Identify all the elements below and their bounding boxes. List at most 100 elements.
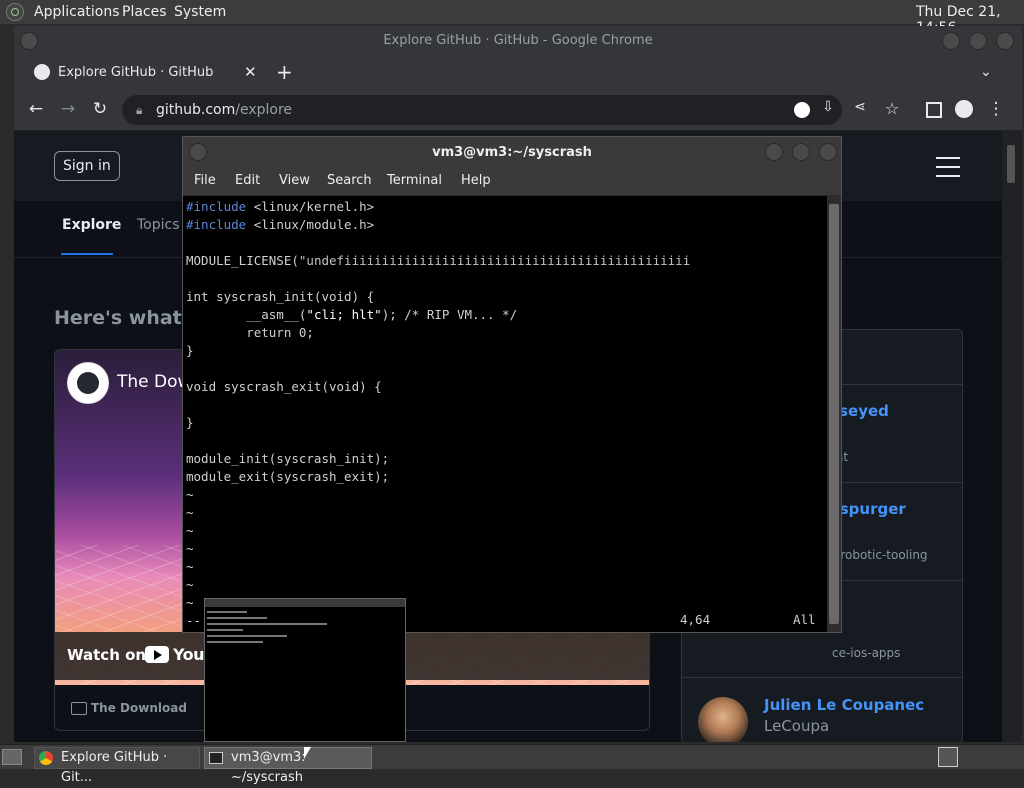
- code-line: return 0;: [186, 325, 314, 340]
- mouse-cursor-icon: [304, 747, 311, 759]
- browser-toolbar: ← → ↻ 🔒︎ github.com/explore ⇩ ⋖ ☆ ⋮: [14, 90, 1022, 131]
- mode-line: --: [186, 613, 202, 628]
- developer-name[interactable]: Julien Le Coupanec: [764, 696, 924, 714]
- terminal-window: vm3@vm3:~/syscrash File Edit View Search…: [182, 136, 842, 633]
- menu-file[interactable]: File: [194, 173, 216, 188]
- divider: [682, 677, 962, 678]
- code-line: module_exit(syscrash_exit);: [186, 469, 390, 484]
- code-text: __asm__(: [186, 307, 307, 322]
- close-tab-icon[interactable]: ✕: [244, 63, 257, 81]
- share-icon[interactable]: ⋖: [848, 99, 872, 115]
- maximize-icon[interactable]: [969, 32, 987, 50]
- preprocessor-keyword: #include: [186, 217, 247, 232]
- google-lens-icon[interactable]: [794, 102, 810, 118]
- tab-bar: Explore GitHub · GitHub ✕ + ⌄: [14, 56, 1022, 90]
- menu-search[interactable]: Search: [327, 173, 372, 188]
- close-window-icon[interactable]: [819, 143, 837, 161]
- code-line: #include <linux/module.h>: [186, 216, 374, 234]
- developer-repo[interactable]: ce-ios-apps: [832, 646, 900, 660]
- menu-help[interactable]: Help: [461, 173, 491, 188]
- avatar[interactable]: [698, 697, 748, 742]
- menu-view[interactable]: View: [279, 173, 310, 188]
- code-text: <linux/kernel.h>: [246, 199, 375, 214]
- terminal-text-area[interactable]: #include <linux/kernel.h> #include <linu…: [183, 196, 827, 632]
- close-window-icon[interactable]: [996, 32, 1014, 50]
- window-preview-thumbnail[interactable]: [204, 598, 406, 742]
- url-text[interactable]: github.com/explore: [156, 102, 292, 118]
- taskbar-item-label: Explore GitHub · Git...: [61, 750, 168, 785]
- window-title: Explore GitHub · GitHub - Google Chrome: [383, 33, 653, 48]
- empty-line-tilde: ~: [186, 541, 194, 556]
- code-text: <linux/module.h>: [246, 217, 375, 232]
- taskbar-item-chrome[interactable]: Explore GitHub · Git...: [34, 747, 200, 785]
- tab-explore-github[interactable]: Explore GitHub · GitHub ✕: [20, 56, 264, 90]
- chrome-menu-icon[interactable]: ⋮: [984, 99, 1008, 119]
- top-panel: Applications Places System Thu Dec 21, 1…: [0, 0, 1024, 36]
- video-title[interactable]: The Dow: [117, 372, 191, 392]
- card-footer-label[interactable]: The Download: [91, 701, 187, 715]
- chrome-titlebar[interactable]: Explore GitHub · GitHub - Google Chrome: [14, 26, 1022, 56]
- github-favicon-icon: [34, 64, 50, 80]
- hamburger-menu-icon[interactable]: [936, 157, 960, 177]
- back-icon[interactable]: ←: [24, 99, 48, 119]
- page-heading: Here's what's: [54, 307, 199, 329]
- preview-line: [207, 629, 243, 631]
- forward-icon[interactable]: →: [56, 99, 80, 119]
- preview-line: [207, 617, 267, 619]
- preprocessor-keyword: #include: [186, 199, 247, 214]
- video-play-icon: [71, 702, 87, 715]
- empty-line-tilde: ~: [186, 559, 194, 574]
- code-line: int syscrash_init(void) {: [186, 289, 375, 304]
- distro-logo-icon[interactable]: [6, 3, 24, 21]
- active-tab-underline: [61, 253, 113, 255]
- code-line: #include <linux/kernel.h>: [186, 198, 374, 216]
- code-string: "undefiiiiiiiiiiiiiiiiiiiiiiiiiiiiiiiiii…: [298, 253, 691, 268]
- scrollbar-thumb[interactable]: [829, 204, 839, 624]
- scroll-position: All: [793, 612, 816, 627]
- chrome-icon: [39, 751, 53, 765]
- applications-menu[interactable]: Applications: [34, 4, 120, 20]
- lock-icon[interactable]: 🔒︎: [136, 103, 142, 118]
- profile-avatar-icon[interactable]: [955, 100, 973, 118]
- terminal-titlebar[interactable]: vm3@vm3:~/syscrash: [183, 137, 841, 167]
- reload-icon[interactable]: ↻: [88, 99, 112, 119]
- preview-line: [207, 641, 263, 643]
- address-bar[interactable]: 🔒︎ github.com/explore: [122, 95, 842, 125]
- empty-line-tilde: ~: [186, 577, 194, 592]
- workspace-switcher[interactable]: [938, 747, 958, 767]
- bookmark-star-icon[interactable]: ☆: [880, 99, 904, 118]
- url-path: /explore: [235, 102, 293, 118]
- maximize-icon[interactable]: [792, 143, 810, 161]
- code-line: module_init(syscrash_init);: [186, 451, 390, 466]
- terminal-title: vm3@vm3:~/syscrash: [432, 145, 592, 160]
- tab-title: Explore GitHub · GitHub: [58, 65, 214, 80]
- tab-search-icon[interactable]: ⌄: [980, 64, 992, 80]
- preview-menubar: [205, 599, 405, 607]
- developer-username[interactable]: LeCoupa: [764, 717, 829, 735]
- developer-repo[interactable]: -robotic-tooling: [836, 548, 928, 562]
- preview-line: [207, 611, 247, 613]
- empty-line-tilde: ~: [186, 595, 194, 610]
- page-scrollbar[interactable]: [1002, 131, 1022, 742]
- tab-topics[interactable]: Topics: [137, 217, 180, 233]
- taskbar-item-terminal[interactable]: vm3@vm3: ~/syscrash: [204, 747, 372, 785]
- code-string: "cli; hlt": [306, 307, 382, 322]
- places-menu[interactable]: Places: [122, 4, 167, 20]
- bottom-taskbar: Explore GitHub · Git... vm3@vm3: ~/syscr…: [0, 744, 1024, 785]
- terminal-scrollbar[interactable]: [827, 196, 841, 632]
- sign-in-button[interactable]: Sign in: [54, 151, 120, 181]
- menu-edit[interactable]: Edit: [235, 173, 260, 188]
- minimize-icon[interactable]: [765, 143, 783, 161]
- new-tab-icon[interactable]: +: [276, 60, 293, 84]
- github-logo-icon[interactable]: [67, 362, 109, 404]
- empty-line-tilde: ~: [186, 487, 194, 502]
- system-menu[interactable]: System: [174, 4, 226, 20]
- minimize-icon[interactable]: [942, 32, 960, 50]
- menu-terminal[interactable]: Terminal: [387, 173, 442, 188]
- preview-line: [207, 635, 287, 637]
- scrollbar-thumb[interactable]: [1007, 145, 1015, 183]
- side-panel-icon[interactable]: [926, 102, 942, 118]
- install-icon[interactable]: ⇩: [816, 99, 840, 115]
- show-desktop-icon[interactable]: [2, 749, 22, 765]
- tab-explore[interactable]: Explore: [62, 217, 121, 233]
